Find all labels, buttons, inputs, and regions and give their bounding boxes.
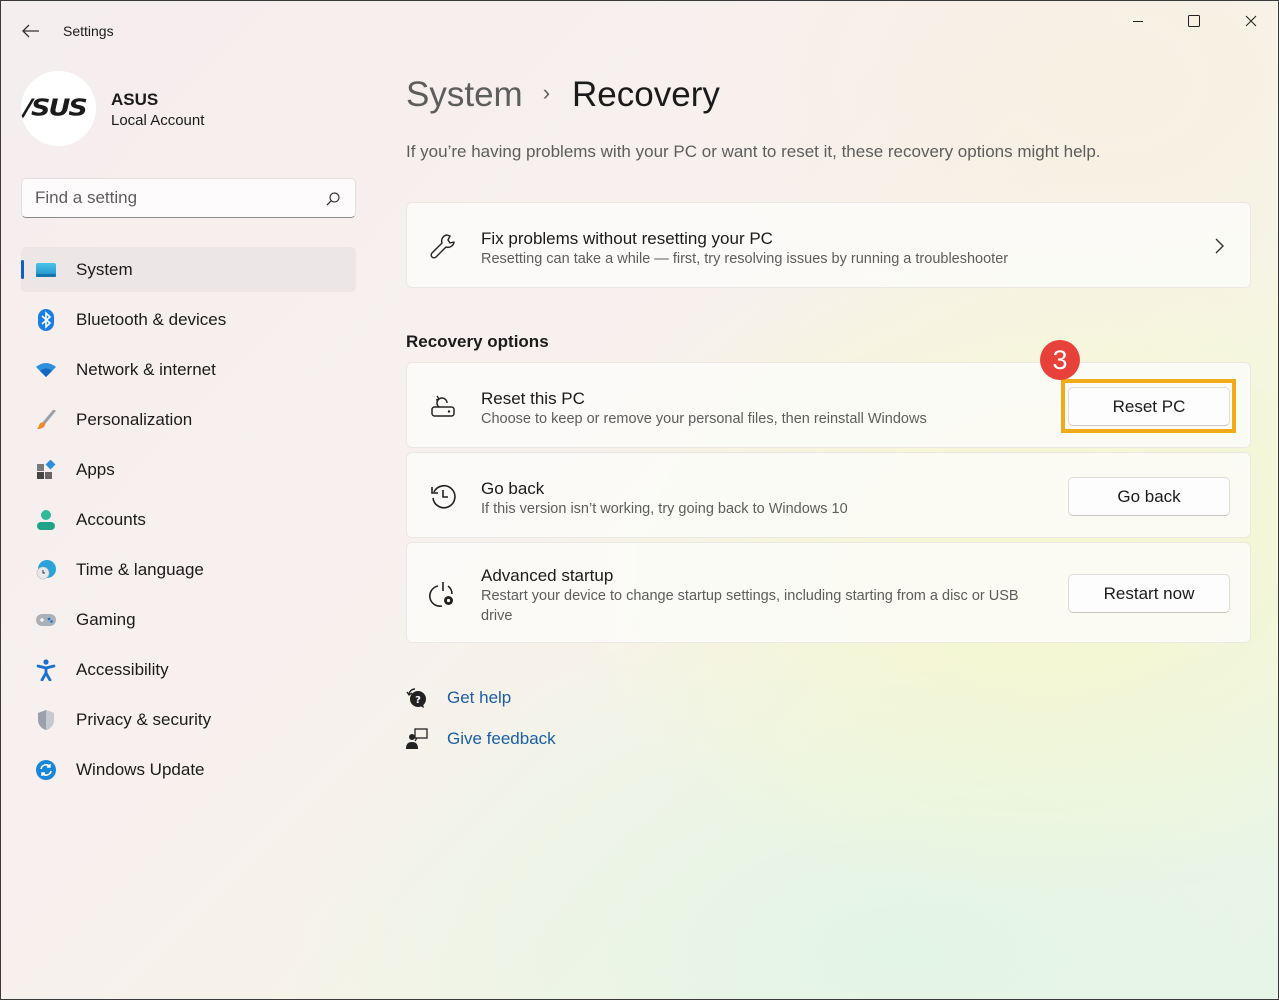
- user-profile[interactable]: /SUS ASUS Local Account: [21, 71, 351, 147]
- sidebar-item-system[interactable]: System: [21, 247, 356, 292]
- sidebar-item-label: Gaming: [76, 609, 136, 629]
- close-button[interactable]: [1228, 7, 1274, 35]
- sidebar-item-label: Apps: [76, 459, 115, 479]
- help-chat-icon: ?: [406, 687, 428, 709]
- search-icon: [326, 192, 340, 206]
- sidebar-item-label: Accessibility: [76, 659, 169, 679]
- sidebar-item-apps[interactable]: Apps: [21, 447, 356, 492]
- go-back-card: Go back If this version isn’t working, t…: [406, 452, 1251, 538]
- back-arrow-icon: [22, 24, 39, 38]
- minimize-button[interactable]: [1115, 7, 1161, 35]
- avatar: /SUS: [21, 71, 96, 146]
- sidebar-item-label: Network & internet: [76, 359, 216, 379]
- sidebar-item-label: Time & language: [76, 559, 204, 579]
- back-button[interactable]: [19, 19, 43, 43]
- sidebar-item-label: System: [76, 259, 133, 279]
- reset-pc-button[interactable]: Reset PC: [1068, 387, 1230, 426]
- restart-now-button[interactable]: Restart now: [1068, 574, 1230, 613]
- globe-clock-icon: [35, 559, 57, 581]
- close-icon: [1245, 15, 1257, 27]
- breadcrumb-separator: ›: [542, 80, 551, 105]
- sidebar-item-gaming[interactable]: Gaming: [21, 597, 356, 642]
- sidebar-item-label: Accounts: [76, 509, 146, 529]
- advanced-startup-icon: [427, 578, 459, 610]
- fix-problems-description: Resetting can take a while — first, try …: [481, 251, 1009, 267]
- give-feedback-label[interactable]: Give feedback: [447, 729, 556, 749]
- sidebar-item-accessibility[interactable]: Accessibility: [21, 647, 356, 692]
- history-icon: [427, 480, 459, 512]
- update-icon: [35, 759, 57, 781]
- paintbrush-icon: [35, 409, 57, 431]
- app-title: Settings: [63, 23, 114, 39]
- search-box[interactable]: [21, 178, 356, 218]
- wrench-icon: [427, 230, 459, 262]
- get-help-link[interactable]: ? Get help: [406, 685, 511, 711]
- fix-problems-card[interactable]: Fix problems without resetting your PC R…: [406, 202, 1251, 288]
- breadcrumb-system[interactable]: System: [406, 75, 523, 115]
- sidebar-item-personalization[interactable]: Personalization: [21, 397, 356, 442]
- settings-window: Settings /SUS ASUS Local Account System: [0, 0, 1279, 1000]
- reset-pc-icon: [427, 390, 459, 422]
- account-type: Local Account: [111, 112, 205, 129]
- recovery-options-heading: Recovery options: [406, 332, 549, 351]
- go-back-description: If this version isn’t working, try going…: [481, 501, 848, 517]
- gamepad-icon: [35, 609, 57, 631]
- maximize-button[interactable]: [1171, 7, 1217, 35]
- get-help-label[interactable]: Get help: [447, 688, 511, 708]
- give-feedback-link[interactable]: Give feedback: [406, 726, 556, 752]
- sidebar-nav: System Bluetooth & devices Network & int…: [21, 247, 356, 797]
- reset-pc-description: Choose to keep or remove your personal f…: [481, 411, 927, 427]
- reset-pc-card: Reset this PC Choose to keep or remove y…: [406, 362, 1251, 448]
- sidebar-item-windows-update[interactable]: Windows Update: [21, 747, 356, 792]
- page-title: Recovery: [572, 75, 720, 114]
- maximize-icon: [1188, 15, 1200, 27]
- search-input[interactable]: [22, 179, 355, 217]
- sidebar-item-label: Windows Update: [76, 759, 205, 779]
- bluetooth-icon: [35, 309, 57, 331]
- page-description: If you’re having problems with your PC o…: [406, 142, 1101, 161]
- profile-name: ASUS: [111, 90, 159, 109]
- fix-problems-title: Fix problems without resetting your PC: [481, 229, 773, 248]
- svg-text:?: ?: [415, 695, 421, 706]
- sidebar-item-privacy-security[interactable]: Privacy & security: [21, 697, 356, 742]
- asus-logo: /SUS: [23, 95, 88, 122]
- advanced-startup-title: Advanced startup: [481, 566, 614, 585]
- active-indicator: [21, 260, 24, 279]
- feedback-icon: [406, 728, 428, 750]
- reset-pc-title: Reset this PC: [481, 389, 585, 408]
- system-monitor-icon: [35, 259, 57, 281]
- accessibility-icon: [35, 659, 57, 681]
- advanced-startup-description: Restart your device to change startup se…: [481, 588, 1019, 624]
- advanced-startup-card: Advanced startup Restart your device to …: [406, 542, 1251, 643]
- sidebar-item-network[interactable]: Network & internet: [21, 347, 356, 392]
- wifi-icon: [35, 359, 57, 381]
- go-back-title: Go back: [481, 479, 545, 498]
- breadcrumb: System › Recovery: [406, 75, 720, 119]
- step-number-badge: 3: [1040, 340, 1080, 380]
- sidebar-item-label: Bluetooth & devices: [76, 309, 227, 329]
- minimize-icon: [1133, 21, 1143, 22]
- sidebar-item-label: Personalization: [76, 409, 193, 429]
- sidebar-item-label: Privacy & security: [76, 709, 212, 729]
- sidebar-item-accounts[interactable]: Accounts: [21, 497, 356, 542]
- chevron-right-icon: [1215, 238, 1224, 254]
- title-bar: Settings: [1, 1, 1278, 49]
- person-icon: [35, 509, 57, 531]
- go-back-button[interactable]: Go back: [1068, 477, 1230, 516]
- sidebar-item-time-language[interactable]: Time & language: [21, 547, 356, 592]
- sidebar-item-bluetooth[interactable]: Bluetooth & devices: [21, 297, 356, 342]
- shield-icon: [35, 709, 57, 731]
- apps-icon: [35, 459, 57, 481]
